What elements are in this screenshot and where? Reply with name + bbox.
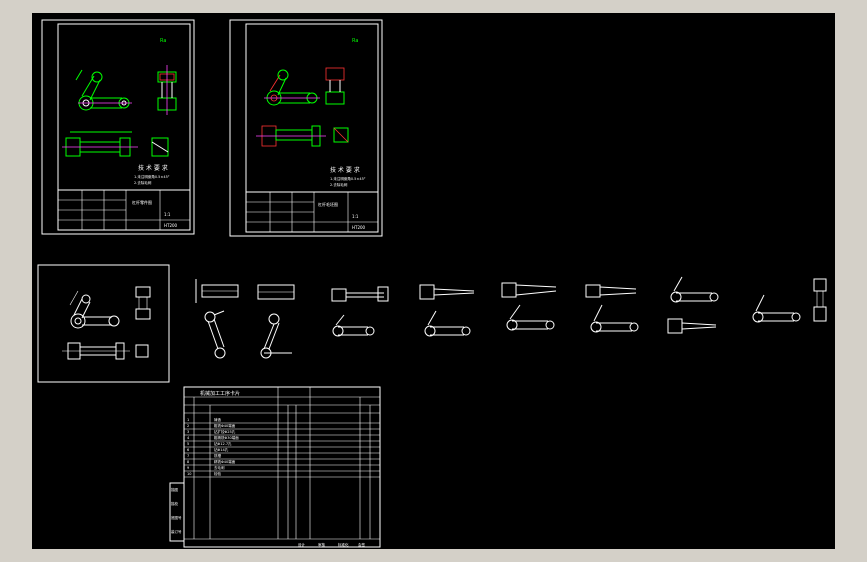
operation-sketch-8: [752, 278, 827, 323]
row-number: 6: [187, 448, 189, 452]
title-block-name: 杠杆毛坯图: [318, 201, 338, 207]
part-bottom-view: [62, 131, 169, 157]
table-row[interactable]: 粗精铣Φ30端面: [214, 435, 239, 440]
drawing-sheet-3[interactable]: [37, 264, 170, 383]
tech-req-item: 2.去除毛刺: [134, 180, 152, 185]
part-front-view: [75, 69, 132, 111]
tech-req-item: 1.未注明倒角0.5×45°: [134, 174, 170, 179]
row-number: 2: [187, 424, 189, 428]
operation-sketch-1: [195, 279, 239, 359]
title-block-material: HT200: [352, 225, 366, 230]
blank-bottom-view: [256, 125, 349, 147]
roughness-mark: Ra: [352, 38, 358, 44]
footer-label: 设计: [298, 542, 306, 547]
drawing-sheet-2[interactable]: Ra 技 术 要 求 1.未注明倒角0.5×45° 2.去除毛刺 杠杆毛坯图 1…: [229, 19, 383, 237]
tech-req-title: 技 术 要 求: [138, 164, 168, 172]
operation-sketch-6: [585, 284, 639, 333]
part-section-view: [157, 65, 177, 115]
table-row[interactable]: 检验: [214, 471, 221, 476]
drawing-sheet-1[interactable]: Ra 技 术 要 求 1.未注明倒角0.5×45° 2.去除毛刺 杠杆零件图 1…: [41, 19, 195, 235]
table-row[interactable]: 粗铣Φ40端面: [214, 423, 236, 428]
row-number: 3: [187, 430, 189, 434]
process-card-table[interactable]: 机械加工工序卡片 1 铸造 2 粗铣Φ40端面 3 钻扩铰Φ25孔 4 粗精铣Φ30端面 5 钻Φ…: [169, 386, 381, 548]
side-label: 底图号: [171, 515, 182, 520]
table-row[interactable]: 铸造: [214, 417, 221, 422]
roughness-mark: Ra: [160, 38, 166, 44]
table-row[interactable]: 铣槽: [214, 453, 221, 458]
operation-sketch-5: [501, 282, 557, 331]
table-row[interactable]: 钻扩铰Φ25孔: [214, 429, 236, 434]
table-row[interactable]: 钻Φ14孔: [214, 447, 229, 452]
row-number: 5: [187, 442, 189, 446]
table-row[interactable]: 钻Φ12.7孔: [214, 441, 232, 446]
tech-req-title: 技 术 要 求: [330, 166, 360, 174]
footer-label: 会签: [358, 542, 366, 547]
side-label: 描校: [171, 501, 178, 506]
tech-req-item: 2.去除毛刺: [330, 182, 348, 187]
operation-sketch-2: [257, 284, 295, 359]
operation-sketch-4: [419, 284, 475, 337]
title-block: 杠杆零件图 1:1 HT200: [57, 189, 191, 231]
side-label: 描图: [171, 487, 178, 492]
operation-sketch-3: [331, 286, 389, 337]
row-number: 4: [187, 436, 190, 440]
row-number: 9: [187, 466, 189, 470]
row-number: 8: [187, 460, 189, 464]
title-block-scale: 1:1: [164, 212, 171, 217]
drawing-canvas[interactable]: Ra 技 术 要 求 1.未注明倒角0.5×45° 2.去除毛刺 杠杆零件图 1…: [32, 13, 835, 549]
title-block-scale: 1:1: [352, 214, 359, 219]
process-card-title: 机械加工工序卡片: [200, 390, 240, 397]
title-block: 杠杆毛坯图 1:1 HT200: [245, 191, 379, 233]
row-number: 10: [187, 472, 191, 476]
blank-section-view: [325, 67, 345, 105]
footer-label: 标准化: [338, 542, 349, 547]
cad-viewport[interactable]: Ra 技 术 要 求 1.未注明倒角0.5×45° 2.去除毛刺 杠杆零件图 1…: [32, 13, 835, 549]
operation-sketch-7: [667, 276, 719, 334]
title-block-name: 杠杆零件图: [132, 199, 152, 205]
table-row[interactable]: 去毛刺: [214, 465, 225, 470]
title-block-material: HT200: [164, 223, 178, 228]
row-number: 7: [187, 454, 189, 458]
tech-req-item: 1.未注明倒角0.5×45°: [330, 176, 366, 181]
table-row[interactable]: 精铣Φ40端面: [214, 459, 236, 464]
row-number: 1: [187, 418, 189, 422]
footer-label: 审核: [318, 542, 326, 547]
blank-front-view: [264, 69, 320, 106]
side-label: 装订号: [171, 529, 182, 534]
